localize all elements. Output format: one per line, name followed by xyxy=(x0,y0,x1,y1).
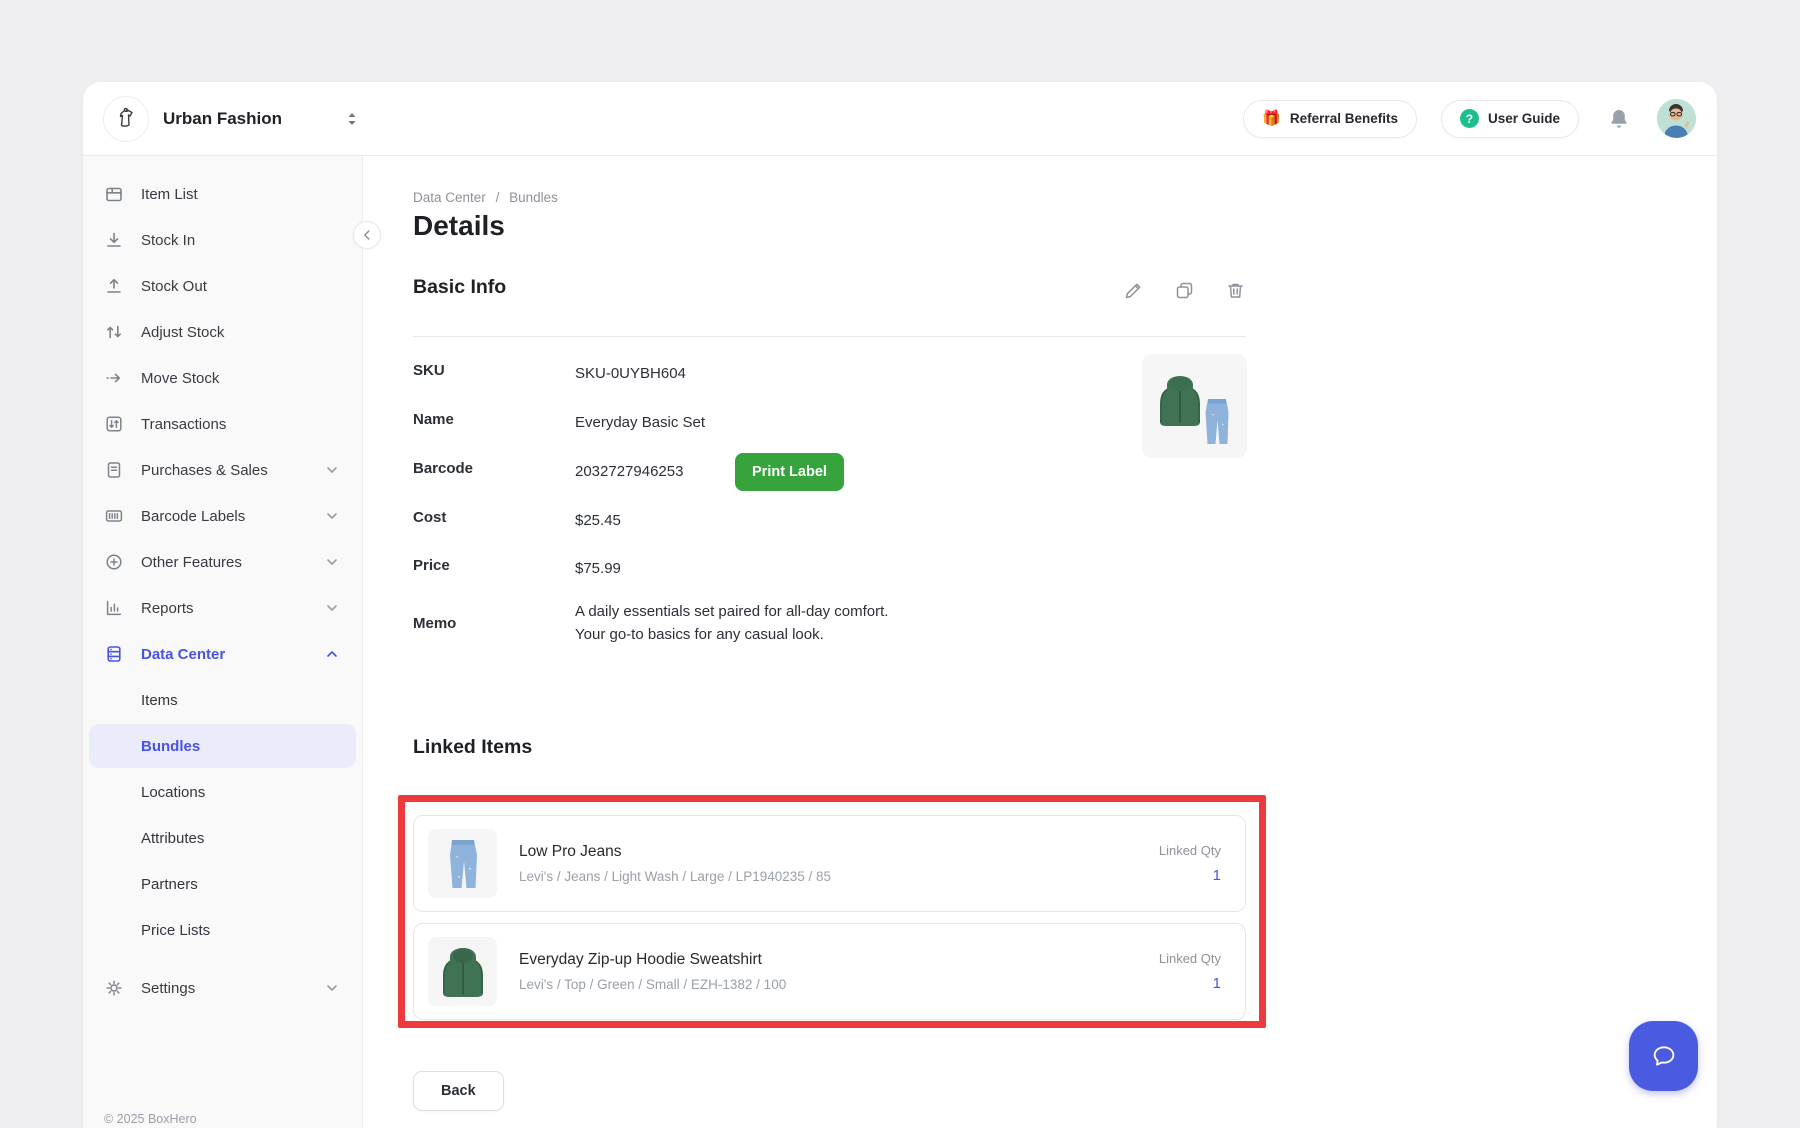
product-thumbnail-jeans xyxy=(428,829,497,898)
linked-item-row-hoodie[interactable]: Everyday Zip-up Hoodie Sweatshirt Levi's… xyxy=(413,923,1246,1020)
sidebar-item-transactions[interactable]: Transactions xyxy=(83,401,362,447)
sidebar-item-reports[interactable]: Reports xyxy=(83,585,362,631)
hoodie-graphic xyxy=(1160,376,1200,426)
product-thumbnail-hoodie xyxy=(428,937,497,1006)
linked-item-row-jeans[interactable]: Low Pro Jeans Levi's / Jeans / Light Was… xyxy=(413,815,1246,912)
plus-circle-icon xyxy=(104,552,124,572)
top-header: Urban Fashion 🎁 Referral Benefits ? User… xyxy=(83,82,1717,156)
breadcrumb: Data Center / Bundles xyxy=(413,190,564,205)
linked-items-title: Linked Items xyxy=(413,736,532,759)
linked-item-name: Low Pro Jeans xyxy=(519,843,831,861)
sidebar-item-stock-in[interactable]: Stock In xyxy=(83,217,362,263)
chat-bubble-icon xyxy=(1648,1040,1680,1072)
chevron-down-icon xyxy=(324,600,340,616)
user-guide-button[interactable]: ? User Guide xyxy=(1441,100,1579,138)
tshirt-icon xyxy=(112,105,140,133)
linked-item-attributes: Levi's / Jeans / Light Wash / Large / LP… xyxy=(519,869,831,884)
referral-benefits-button[interactable]: 🎁 Referral Benefits xyxy=(1243,100,1417,138)
linked-item-attributes: Levi's / Top / Green / Small / EZH-1382 … xyxy=(519,977,786,992)
notifications-bell-icon[interactable] xyxy=(1607,107,1631,131)
arrows-up-down-icon xyxy=(104,322,124,342)
delete-button[interactable] xyxy=(1225,280,1246,301)
field-cost: Cost $25.45 xyxy=(413,509,1033,532)
back-button[interactable]: Back xyxy=(413,1071,504,1111)
main-content: Data Center / Bundles Details Basic Info xyxy=(363,156,1717,1128)
sidebar-item-bundles[interactable]: Bundles xyxy=(89,724,356,768)
duplicate-button[interactable] xyxy=(1174,280,1195,301)
sidebar-item-settings[interactable]: Settings xyxy=(83,965,362,1011)
memo-line-1: A daily essentials set paired for all-da… xyxy=(575,600,888,623)
page-title: Details xyxy=(413,210,505,242)
field-barcode: Barcode 2032727946253 xyxy=(413,460,1033,483)
sidebar-item-items[interactable]: Items xyxy=(83,677,362,723)
user-guide-label: User Guide xyxy=(1488,111,1560,126)
edit-button[interactable] xyxy=(1123,280,1144,301)
chevron-down-icon xyxy=(324,980,340,996)
linked-qty-label: Linked Qty xyxy=(1159,843,1221,858)
print-label-button[interactable]: Print Label xyxy=(735,453,844,491)
sidebar-item-purchases-sales[interactable]: Purchases & Sales xyxy=(83,447,362,493)
sidebar-collapse-button[interactable] xyxy=(353,221,381,249)
barcode-icon xyxy=(104,506,124,526)
jeans-graphic xyxy=(1206,399,1229,444)
sidebar-item-move-stock[interactable]: Move Stock xyxy=(83,355,362,401)
field-memo: Memo A daily essentials set paired for a… xyxy=(413,600,1033,646)
sidebar-item-adjust-stock[interactable]: Adjust Stock xyxy=(83,309,362,355)
sidebar-item-item-list[interactable]: Item List xyxy=(83,171,362,217)
memo-line-2: Your go-to basics for any casual look. xyxy=(575,623,888,646)
sidebar-item-locations[interactable]: Locations xyxy=(83,769,362,815)
basic-info-actions xyxy=(1123,280,1246,301)
workspace-switcher-icon[interactable] xyxy=(344,110,360,128)
gear-icon xyxy=(104,978,124,998)
field-sku: SKU SKU-0UYBH604 xyxy=(413,362,1033,385)
linked-qty-value: 1 xyxy=(1159,867,1221,884)
document-icon xyxy=(104,460,124,480)
breadcrumb-current: Bundles xyxy=(509,190,558,205)
sidebar-item-partners[interactable]: Partners xyxy=(83,861,362,907)
copyright-text: © 2025 BoxHero xyxy=(104,1112,197,1126)
chevron-down-icon xyxy=(324,508,340,524)
dashed-arrow-right-icon xyxy=(104,368,124,388)
sidebar-item-data-center[interactable]: Data Center xyxy=(83,631,362,677)
sidebar: Item List Stock In Stock Out xyxy=(83,156,363,1128)
sidebar-item-price-lists[interactable]: Price Lists xyxy=(83,907,362,953)
breadcrumb-separator: / xyxy=(496,190,500,205)
sidebar-item-barcode-labels[interactable]: Barcode Labels xyxy=(83,493,362,539)
breadcrumb-parent[interactable]: Data Center xyxy=(413,190,486,205)
database-icon xyxy=(104,644,124,664)
arrow-up-tray-icon xyxy=(104,276,124,296)
bar-chart-icon xyxy=(104,598,124,618)
app-window: Urban Fashion 🎁 Referral Benefits ? User… xyxy=(83,82,1717,1128)
referral-benefits-label: Referral Benefits xyxy=(1290,111,1398,126)
arrow-down-tray-icon xyxy=(104,230,124,250)
sidebar-item-other-features[interactable]: Other Features xyxy=(83,539,362,585)
gift-icon: 🎁 xyxy=(1262,111,1281,126)
box-icon xyxy=(104,184,124,204)
workspace-name: Urban Fashion xyxy=(163,109,282,129)
chat-support-button[interactable] xyxy=(1629,1021,1698,1091)
bundle-image xyxy=(1142,354,1247,458)
linked-qty-label: Linked Qty xyxy=(1159,951,1221,966)
field-name: Name Everyday Basic Set xyxy=(413,411,1033,434)
chevron-down-icon xyxy=(324,462,340,478)
sidebar-item-stock-out[interactable]: Stock Out xyxy=(83,263,362,309)
workspace-logo[interactable] xyxy=(103,96,149,142)
basic-info-title: Basic Info xyxy=(413,276,506,299)
sidebar-item-attributes[interactable]: Attributes xyxy=(83,815,362,861)
field-price: Price $75.99 xyxy=(413,557,1033,580)
chevron-down-icon xyxy=(324,554,340,570)
linked-item-name: Everyday Zip-up Hoodie Sweatshirt xyxy=(519,951,786,969)
linked-qty-value: 1 xyxy=(1159,975,1221,992)
transactions-icon xyxy=(104,414,124,434)
divider xyxy=(413,336,1246,337)
question-icon: ? xyxy=(1460,109,1479,128)
chevron-up-icon xyxy=(324,646,340,662)
avatar[interactable] xyxy=(1657,99,1696,138)
